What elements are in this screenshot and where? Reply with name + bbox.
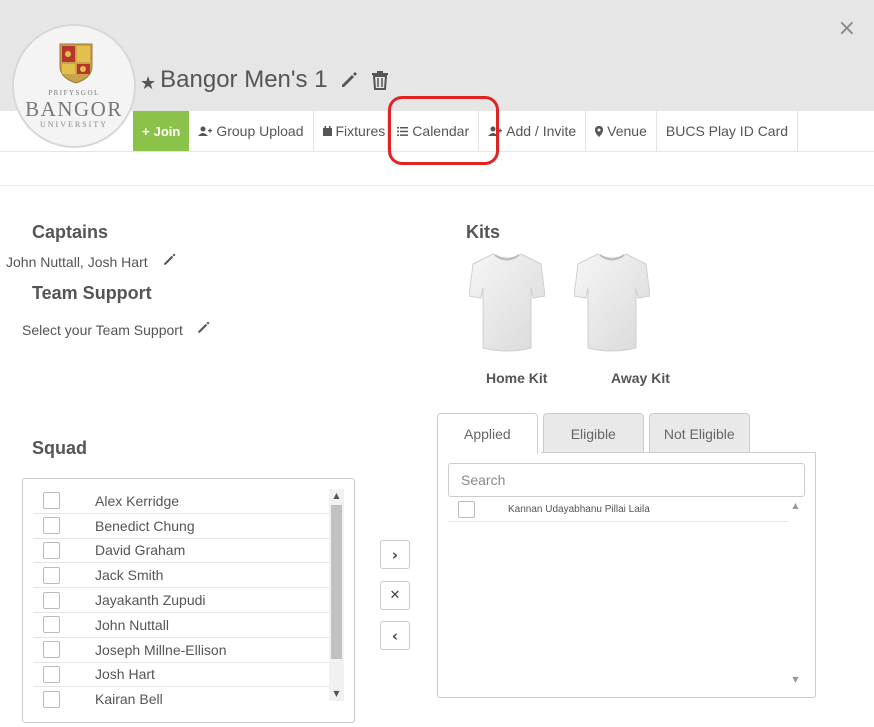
team-title: Bangor Men's 1 [160,66,328,93]
user-plus-icon [488,126,503,136]
scrollbar-thumb[interactable] [331,505,342,659]
fixtures-label: Fixtures [335,123,386,139]
join-label: Join [153,123,181,139]
nav-menu: + Join Group Upload Fixtures Calendar Ad… [133,111,799,151]
plus-icon: + [142,123,150,139]
user-plus-icon [198,126,213,136]
close-button[interactable]: × [838,16,856,41]
home-kit-label: Home Kit [486,370,548,386]
calendar-label: Calendar [412,123,470,139]
group-upload-button[interactable]: Group Upload [189,111,314,151]
list-item: Kannan Udayabhanu Pillai Laila [448,497,788,522]
list-item: Josh Hart [33,663,329,688]
list-item: David Graham [33,539,329,564]
star-icon[interactable]: ★ [140,73,156,94]
squad-list-box: Alex Kerridge Benedict Chung David Graha… [22,478,355,723]
member-checkbox[interactable] [43,541,60,559]
edit-captains-pencil-icon[interactable] [162,252,177,267]
move-right-button[interactable]: › [380,540,410,569]
crest-icon [59,43,93,84]
member-name: Alex Kerridge [95,492,180,509]
member-name: John Nuttall [95,616,169,633]
member-name: Benedict Chung [95,517,195,534]
venue-label: Venue [607,123,647,139]
applicant-search-input[interactable] [448,463,805,497]
member-name: Josh Hart [95,666,155,683]
list-item: Benedict Chung [33,514,329,539]
member-checkbox[interactable] [43,690,60,708]
list-icon [397,126,409,136]
scroll-down-arrow-icon[interactable]: ▼ [329,687,344,701]
squad-list[interactable]: Alex Kerridge Benedict Chung David Graha… [33,489,329,711]
list-item: Jack Smith [33,563,329,589]
divider [0,185,874,186]
member-checkbox[interactable] [43,665,60,683]
member-checkbox[interactable] [43,591,60,609]
logo-text-university: UNIVERSITY [40,120,108,129]
member-checkbox[interactable] [43,566,60,584]
tab-not-eligible[interactable]: Not Eligible [648,413,750,453]
list-item: Jayakanth Zupudi [33,588,329,613]
join-button[interactable]: + Join [133,111,190,151]
squad-heading: Squad [32,438,88,458]
move-left-button[interactable]: ‹ [380,621,410,650]
edit-pencil-icon[interactable] [339,70,359,90]
home-kit-shirt-icon[interactable] [469,252,545,352]
list-item: Kairan Bell [33,687,329,711]
applicant-name: Kannan Udayabhanu Pillai Laila [508,503,650,515]
fixtures-button[interactable]: Fixtures [314,111,389,151]
edit-team-support-pencil-icon[interactable] [196,320,211,335]
member-name: Kairan Bell [95,691,163,708]
venue-button[interactable]: Venue [586,111,657,151]
scroll-down-arrow-icon[interactable]: ▼ [788,673,803,687]
team-support-text: Select your Team Support [22,322,183,338]
captains-names: John Nuttall, Josh Hart [6,254,148,270]
list-item: John Nuttall [33,613,329,638]
captains-heading: Captains [32,222,109,242]
scroll-up-arrow-icon[interactable]: ▲ [788,499,803,513]
applicant-list[interactable]: Kannan Udayabhanu Pillai Laila [448,497,788,687]
bucs-play-id-label: BUCS Play ID Card [665,123,789,139]
member-name: David Graham [95,542,186,559]
list-item: Alex Kerridge [33,489,329,514]
away-kit-label: Away Kit [611,370,670,386]
member-checkbox[interactable] [43,517,60,535]
squad-scrollbar[interactable]: ▲ ▼ [329,489,344,701]
tab-eligible[interactable]: Eligible [542,413,644,453]
remove-button[interactable]: ✕ [380,581,410,610]
university-logo: PRIFYSGOL BANGOR UNIVERSITY [12,24,136,148]
trash-icon[interactable] [371,70,389,90]
add-invite-label: Add / Invite [506,123,577,139]
applicant-scrollbar[interactable]: ▲ ▼ [788,497,803,687]
member-name: Jayakanth Zupudi [95,592,206,609]
logo-text-bangor: BANGOR [25,97,123,121]
team-support-heading: Team Support [32,283,152,303]
member-checkbox[interactable] [43,641,60,659]
member-name: Joseph Millne-Ellison [95,641,227,658]
title-row: ★ Bangor Men's 1 [140,66,389,94]
tab-applied[interactable]: Applied [437,413,538,454]
add-invite-button[interactable]: Add / Invite [479,111,587,151]
away-kit-shirt-icon[interactable] [574,252,650,352]
list-item: Joseph Millne-Ellison [33,638,329,663]
bucs-play-id-button[interactable]: BUCS Play ID Card [657,111,799,151]
applicant-checkbox[interactable] [458,500,475,518]
calendar-button[interactable]: Calendar [388,111,480,151]
member-checkbox[interactable] [43,616,60,634]
calendar-icon [322,126,332,136]
applicant-tabs: Applied Eligible Not Eligible [437,413,755,454]
kits-heading: Kits [466,222,501,242]
member-checkbox[interactable] [43,492,60,510]
logo-text-prifysgol: PRIFYSGOL [48,89,100,97]
member-name: Jack Smith [95,567,164,584]
map-marker-icon [595,125,604,137]
scroll-up-arrow-icon[interactable]: ▲ [329,489,344,503]
group-upload-label: Group Upload [216,123,304,139]
